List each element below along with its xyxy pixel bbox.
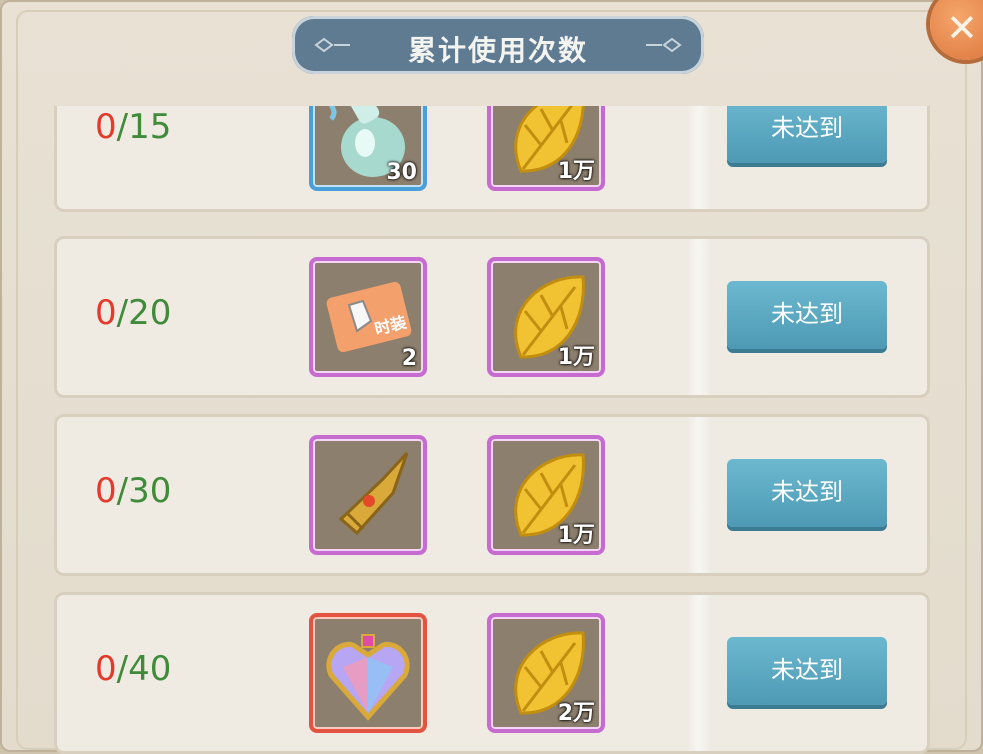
item-quantity: 1万 [557, 523, 595, 548]
milestone-row: 0/30 1万 未达到 [54, 414, 930, 576]
golden-horn-icon [338, 451, 409, 536]
dialog-title: 累计使用次数 [407, 34, 588, 67]
milestone-row: 0/40 2万 未达到 [54, 592, 930, 754]
reward-item-gold-leaf[interactable]: 1万 [487, 257, 605, 377]
progress-count: 0/40 [95, 649, 172, 689]
progress-count: 0/15 [95, 107, 172, 147]
milestone-list[interactable]: 0/15 30 1万 未达到 0/20 时装 2 1万 未达到 0/30 1万 … [40, 106, 952, 754]
reward-item-gold-leaf[interactable]: 2万 [487, 613, 605, 733]
close-x-icon: ✕ [946, 6, 978, 50]
reward-item-fashion-card[interactable]: 时装 2 [309, 257, 427, 377]
item-quantity: 2 [401, 346, 417, 371]
title-ornament-right-icon [646, 37, 682, 53]
item-quantity: 2万 [557, 701, 595, 726]
reward-item-golden-horn[interactable] [309, 435, 427, 555]
item-quantity: 30 [386, 160, 417, 185]
crystal-heart-icon [326, 634, 410, 721]
milestone-row: 0/15 30 1万 未达到 [54, 106, 930, 212]
progress-count: 0/30 [95, 471, 172, 511]
reward-item-gold-leaf[interactable]: 1万 [487, 106, 605, 191]
not-reached-button[interactable]: 未达到 [727, 106, 887, 163]
item-quantity: 1万 [557, 159, 595, 184]
not-reached-button[interactable]: 未达到 [727, 459, 887, 527]
reward-item-crystal-heart[interactable] [309, 613, 427, 733]
not-reached-button[interactable]: 未达到 [727, 281, 887, 349]
item-quantity: 1万 [557, 345, 595, 370]
title-plate: 累计使用次数 [292, 16, 704, 74]
reward-item-potion[interactable]: 30 [309, 106, 427, 191]
fashion-card-icon: 时装 [326, 281, 412, 353]
not-reached-button[interactable]: 未达到 [727, 637, 887, 705]
reward-item-gold-leaf[interactable]: 1万 [487, 435, 605, 555]
milestone-row: 0/20 时装 2 1万 未达到 [54, 236, 930, 398]
progress-count: 0/20 [95, 293, 172, 333]
reward-dialog: 累计使用次数 ✕ 0/15 30 1万 未达到 0/20 时装 2 1万 未达到… [0, 0, 983, 754]
